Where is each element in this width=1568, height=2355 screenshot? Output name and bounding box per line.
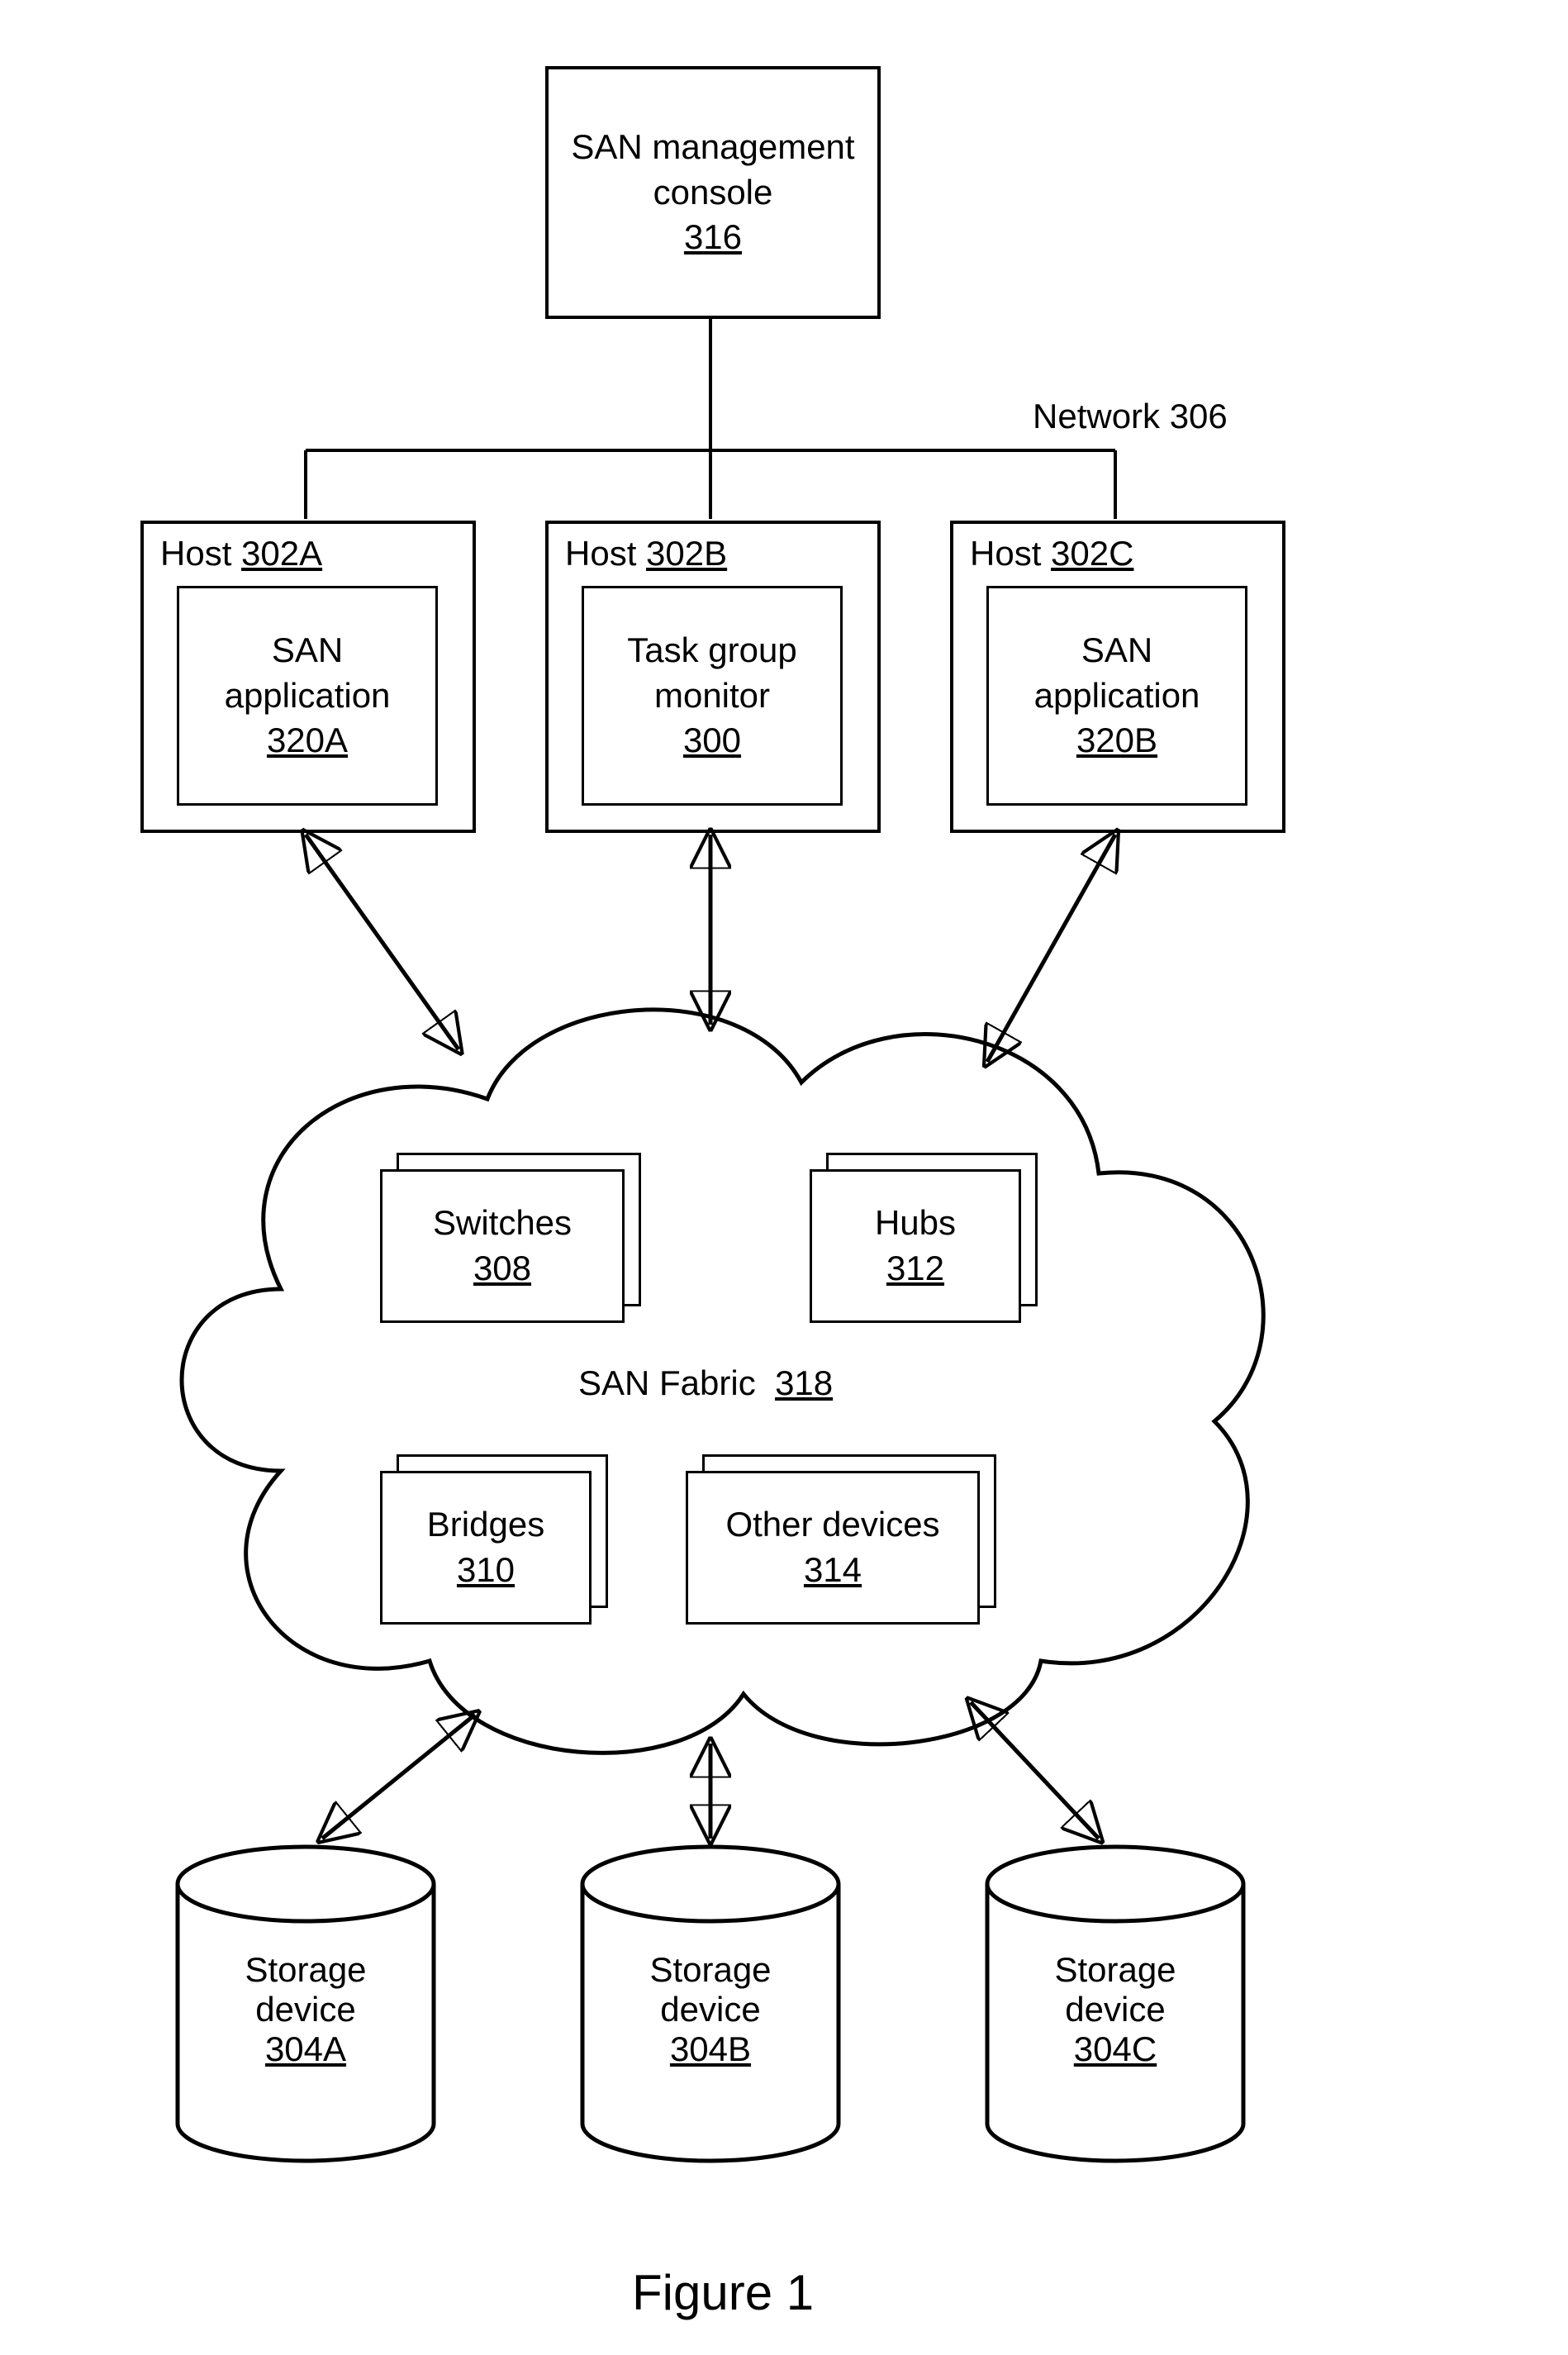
task-group-monitor-ref: 300 <box>683 718 741 764</box>
host-b-ref: 302B <box>646 534 727 573</box>
storage-a-ref: 304A <box>178 2029 434 2069</box>
switches-label: Switches <box>433 1201 572 1246</box>
storage-c-ref: 304C <box>987 2029 1243 2069</box>
san-application-a-box: SAN application 320A <box>177 586 438 806</box>
host-c-label: Host 302C <box>970 534 1133 573</box>
bridges-ref: 310 <box>457 1548 515 1593</box>
host-a-ref: 302A <box>241 534 322 573</box>
san-application-b-line1: SAN <box>1081 628 1152 673</box>
storage-c-text: Storage device 304C <box>987 1950 1243 2069</box>
storage-b-text: Storage device 304B <box>582 1950 839 2069</box>
other-devices-box: Other devices 314 <box>686 1471 980 1625</box>
host-cloud-arrows <box>306 835 1115 1062</box>
san-application-b-box: SAN application 320B <box>986 586 1247 806</box>
switches-ref: 308 <box>473 1246 531 1292</box>
hubs-box: Hubs 312 <box>810 1169 1021 1323</box>
task-group-monitor-line2: monitor <box>654 673 770 719</box>
host-c-box: Host 302C SAN application 320B <box>950 521 1285 833</box>
storage-a-line2: device <box>178 1990 434 2029</box>
san-fabric-text: SAN Fabric <box>578 1363 756 1402</box>
console-title-line1: SAN management <box>571 125 854 170</box>
other-devices-label: Other devices <box>725 1502 939 1548</box>
storage-b-ref: 304B <box>582 2029 839 2069</box>
san-application-a-ref: 320A <box>267 718 348 764</box>
san-fabric-ref: 318 <box>775 1363 833 1402</box>
storage-a-text: Storage device 304A <box>178 1950 434 2069</box>
diagram-canvas: SAN management console 316 Network 306 H… <box>0 0 1568 2355</box>
host-a-prefix: Host <box>160 534 231 573</box>
network-lines <box>306 319 1115 519</box>
other-devices-ref: 314 <box>804 1548 862 1593</box>
console-ref: 316 <box>684 215 742 260</box>
san-application-a-line2: application <box>225 673 391 719</box>
hubs-ref: 312 <box>886 1246 944 1292</box>
host-c-prefix: Host <box>970 534 1041 573</box>
bridges-box: Bridges 310 <box>380 1471 592 1625</box>
storage-c-line2: device <box>987 1990 1243 2029</box>
san-management-console-box: SAN management console 316 <box>545 66 881 319</box>
figure-label: Figure 1 <box>632 2264 814 2321</box>
cloud-storage-arrows <box>322 1702 1099 1839</box>
hubs-label: Hubs <box>875 1201 956 1246</box>
switches-box: Switches 308 <box>380 1169 625 1323</box>
host-a-box: Host 302A SAN application 320A <box>140 521 476 833</box>
bridges-label: Bridges <box>427 1502 544 1548</box>
console-title-line2: console <box>653 170 773 216</box>
san-fabric-label: SAN Fabric 318 <box>578 1363 833 1403</box>
san-application-a-line1: SAN <box>272 628 343 673</box>
host-c-ref: 302C <box>1051 534 1133 573</box>
san-application-b-ref: 320B <box>1076 718 1157 764</box>
host-a-label: Host 302A <box>160 534 322 573</box>
network-label: Network 306 <box>1033 397 1228 436</box>
san-application-b-line2: application <box>1034 673 1200 719</box>
storage-c-line1: Storage <box>987 1950 1243 1990</box>
task-group-monitor-line1: Task group <box>627 628 796 673</box>
host-b-label: Host 302B <box>565 534 727 573</box>
task-group-monitor-box: Task group monitor 300 <box>582 586 843 806</box>
storage-b-line2: device <box>582 1990 839 2029</box>
storage-a-line1: Storage <box>178 1950 434 1990</box>
storage-b-line1: Storage <box>582 1950 839 1990</box>
host-b-prefix: Host <box>565 534 636 573</box>
host-b-box: Host 302B Task group monitor 300 <box>545 521 881 833</box>
